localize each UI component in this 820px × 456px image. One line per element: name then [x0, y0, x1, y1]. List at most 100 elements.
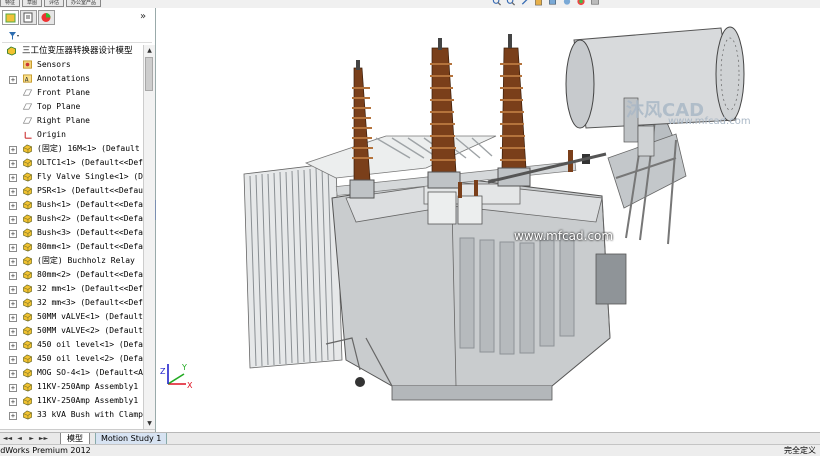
triad-y-label: Y: [181, 363, 187, 372]
expand-icon[interactable]: +: [9, 314, 17, 322]
part-icon: [23, 158, 32, 168]
tree-item-label: (固定) 16M<1> (Default: [37, 144, 140, 153]
previous-view-icon[interactable]: [520, 0, 530, 6]
tree-item[interactable]: +80mm<2> (Default<<Defa: [0, 268, 143, 282]
tree-item-label: Sensors: [37, 60, 71, 69]
last-tab-icon[interactable]: ►►: [38, 434, 49, 443]
feature-manager-tab[interactable]: [2, 10, 19, 25]
tree-item[interactable]: Sensors: [0, 58, 143, 72]
tree-item[interactable]: +50MM vALVE<1> (Default: [0, 310, 143, 324]
zoom-to-fit-icon[interactable]: [492, 0, 502, 6]
scroll-thumb[interactable]: [145, 57, 153, 91]
tree-item[interactable]: + MOG SO-4<1> (Default<A: [0, 366, 143, 380]
expand-icon[interactable]: +: [9, 272, 17, 280]
part-icon: [23, 284, 32, 294]
tree-item[interactable]: + OLTC1<1> (Default<<Def: [0, 156, 143, 170]
expand-icon[interactable]: +: [9, 146, 17, 154]
tree-item-label: 80mm<2> (Default<<Defa: [37, 270, 143, 279]
expand-icon[interactable]: +: [9, 160, 17, 168]
expand-icon[interactable]: +: [9, 230, 17, 238]
expand-icon[interactable]: +: [9, 286, 17, 294]
tree-item[interactable]: +11KV-250Amp Assembly1: [0, 380, 143, 394]
expand-icon[interactable]: +: [9, 342, 17, 350]
expand-icon[interactable]: +: [9, 412, 17, 420]
tree-item[interactable]: +450 oil level<2> (Defa: [0, 352, 143, 366]
expand-icon[interactable]: +: [9, 356, 17, 364]
assembly-icon: [7, 46, 16, 56]
tree-item[interactable]: + Bush<3> (Default<<Defa: [0, 226, 143, 240]
tree-item[interactable]: Top Plane: [0, 100, 143, 114]
feature-tree-icon: [5, 13, 16, 23]
expand-icon[interactable]: +: [9, 188, 17, 196]
prev-tab-icon[interactable]: ◄: [14, 434, 25, 443]
tree-vertical-scrollbar[interactable]: ▲ ▼: [143, 45, 155, 429]
tree-item[interactable]: Origin: [0, 128, 143, 142]
filter-icon[interactable]: [8, 31, 20, 41]
expand-icon[interactable]: +: [9, 76, 17, 84]
status-bar: idWorks Premium 2012 完全定义: [0, 444, 820, 456]
scroll-down-icon[interactable]: ▼: [145, 419, 154, 428]
configuration-manager-tab[interactable]: [38, 10, 55, 25]
tree-item[interactable]: + Fly Valve Single<1> (D: [0, 170, 143, 184]
tree-item[interactable]: +80mm<1> (Default<<Defa: [0, 240, 143, 254]
transformer-model[interactable]: Y X Z: [156, 8, 820, 432]
display-style-icon[interactable]: [562, 0, 572, 6]
section-view-icon[interactable]: [534, 0, 544, 6]
appearance-icon[interactable]: [576, 0, 586, 6]
tree-item[interactable]: + Bush<2> (Default<<Defa: [0, 212, 143, 226]
tree-item[interactable]: +450 oil level<1> (Defa: [0, 338, 143, 352]
collapse-panel-icon[interactable]: »: [140, 11, 146, 22]
hv-bushing-1[interactable]: [349, 60, 375, 199]
expand-icon[interactable]: +: [9, 300, 17, 308]
next-tab-icon[interactable]: ►: [26, 434, 37, 443]
command-tabs: 特征 草图 评估 办公室产品: [0, 0, 102, 7]
expand-icon[interactable]: +: [9, 384, 17, 392]
zoom-area-icon[interactable]: [506, 0, 516, 6]
expand-icon[interactable]: +: [9, 216, 17, 224]
part-icon: [23, 368, 32, 378]
tree-item[interactable]: +33 kVA Bush with Clamp: [0, 408, 143, 422]
expand-icon[interactable]: +: [9, 202, 17, 210]
tree-item-label: 450 oil level<1> (Defa: [37, 340, 143, 349]
first-tab-icon[interactable]: ◄◄: [2, 434, 13, 443]
tree-root-assembly[interactable]: 三工位变压器转换器设计模型: [0, 44, 143, 58]
tab-office-products[interactable]: 办公室产品: [66, 0, 102, 7]
tree-item[interactable]: + PSR<1> (Default<<Default: [0, 184, 143, 198]
panel-tab-strip: [2, 10, 55, 25]
view-orientation-icon[interactable]: [548, 0, 558, 6]
hv-bushing-2[interactable]: [427, 38, 461, 189]
tree-item[interactable]: Right Plane: [0, 114, 143, 128]
part-icon: [23, 270, 32, 280]
tree-item-label: Top Plane: [37, 102, 81, 111]
expand-icon[interactable]: +: [9, 398, 17, 406]
tab-sketch[interactable]: 草图: [22, 0, 43, 7]
tree-item-label: Bush<3> (Default<<Defa: [37, 228, 143, 237]
tree-item[interactable]: +11KV-250Amp Assembly1: [0, 394, 143, 408]
expand-icon[interactable]: +: [9, 328, 17, 336]
hv-bushing-3[interactable]: [497, 34, 531, 187]
scroll-up-icon[interactable]: ▲: [145, 46, 154, 55]
part-icon: [23, 354, 32, 364]
expand-icon[interactable]: +: [9, 244, 17, 252]
tree-item[interactable]: +32 mm<3> (Default<<Def: [0, 296, 143, 310]
tree-item[interactable]: + A Annotations: [0, 72, 143, 86]
expand-icon[interactable]: +: [9, 370, 17, 378]
tree-item-label: Bush<2> (Default<<Defa: [37, 214, 143, 223]
tab-evaluate[interactable]: 评估: [44, 0, 65, 7]
expand-icon[interactable]: +: [9, 258, 17, 266]
part-icon: [23, 382, 32, 392]
tree-item[interactable]: + Bush<1> (Default<<Defa: [0, 198, 143, 212]
tree-item[interactable]: +32 mm<1> (Default<<Def: [0, 282, 143, 296]
tree-item[interactable]: +50MM vALVE<2> (Default: [0, 324, 143, 338]
expand-icon[interactable]: +: [9, 174, 17, 182]
tab-features[interactable]: 特征: [0, 0, 21, 7]
tree-item[interactable]: + (固定) Buchholz Relay: [0, 254, 143, 268]
property-manager-tab[interactable]: [20, 10, 37, 25]
tree-item[interactable]: + (固定) 16M<1> (Default: [0, 142, 143, 156]
scene-icon[interactable]: [590, 0, 600, 6]
tree-item[interactable]: Front Plane: [0, 86, 143, 100]
part-icon: [23, 228, 32, 238]
part-icon: [23, 298, 32, 308]
tree-item-label: OLTC1<1> (Default<<Def: [37, 158, 143, 167]
graphics-viewport[interactable]: Y X Z 沐风CAD www.mfcad.com www.mfcad.com: [156, 8, 820, 432]
